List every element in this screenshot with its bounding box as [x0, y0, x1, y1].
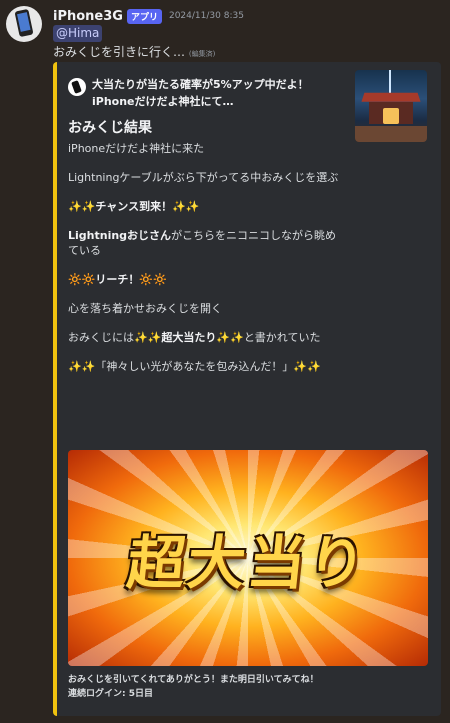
user-mention[interactable]: @Hima: [53, 25, 103, 42]
sparkles-icon: ✨✨: [68, 360, 96, 373]
timestamp[interactable]: 2024/11/30 8:35: [169, 11, 244, 21]
message-content: おみくじを引きに行く… (編集済): [53, 43, 215, 60]
message-text: おみくじを引きに行く…: [53, 45, 186, 59]
embed-title: おみくじ結果: [68, 120, 152, 136]
desc-line-8: ✨✨「神々しい光があなたを包み込んだ！」✨✨: [68, 360, 321, 373]
desc-line-4: Lightningおじさんがこちらをニコニコしながら眺めている: [68, 229, 337, 257]
jackpot-image[interactable]: 超大当り: [68, 450, 428, 666]
app-badge: アプリ: [126, 8, 162, 24]
sparkles-icon: ✨✨: [293, 360, 321, 373]
user-avatar[interactable]: [6, 6, 42, 42]
desc-line-3: ✨✨チャンス到来！✨✨: [68, 200, 200, 213]
footer-line-2: 連続ログイン: 5日目: [68, 689, 153, 699]
username[interactable]: iPhone3G: [53, 9, 123, 24]
jackpot-image-text: 超大当り: [123, 529, 372, 597]
desc-line-2: Lightningケーブルがぶら下がってる中おみくじを選ぶ: [68, 171, 339, 184]
sparkles-icon: ✨✨: [172, 200, 200, 213]
sparkles-icon: ✨✨: [216, 331, 244, 344]
desc-line-7: おみくじには✨✨超大当たり✨✨と書かれていた: [68, 331, 321, 344]
iphone-icon: [14, 8, 34, 38]
desc-line-1: iPhoneだけだよ神社に来た: [68, 142, 205, 155]
sun-icon: 🔆🔆: [139, 273, 167, 286]
sparkles-icon: ✨✨: [68, 200, 96, 213]
embed-footer: おみくじを引いてくれてありがとう！また明日引いてみてね！ 連続ログイン: 5日目: [68, 673, 319, 701]
embed-card: 大当たりが当たる確率が5%アップ中だよ！ iPhoneだけだよ神社にて… おみく…: [53, 62, 441, 716]
message-header: iPhone3G アプリ 2024/11/30 8:35: [53, 7, 244, 25]
footer-line-1: おみくじを引いてくれてありがとう！また明日引いてみてね！: [68, 675, 319, 685]
embed-author: 大当たりが当たる確率が5%アップ中だよ！ iPhoneだけだよ神社にて…: [68, 76, 309, 110]
author-line-1: 大当たりが当たる確率が5%アップ中だよ！: [92, 78, 309, 91]
edited-indicator: (編集済): [188, 50, 216, 58]
shrine-thumbnail[interactable]: [355, 70, 427, 142]
desc-line-5: 🔆🔆リーチ！🔆🔆: [68, 273, 167, 286]
author-line-2: iPhoneだけだよ神社にて…: [92, 95, 234, 108]
sparkles-icon: ✨✨: [134, 331, 162, 344]
author-icon: [68, 78, 86, 96]
desc-line-6: 心を落ち着かせおみくじを開く: [68, 302, 222, 315]
embed-description: iPhoneだけだよ神社に来た Lightningケーブルがぶら下がってる中おみ…: [68, 141, 344, 388]
sun-icon: 🔆🔆: [68, 273, 96, 286]
